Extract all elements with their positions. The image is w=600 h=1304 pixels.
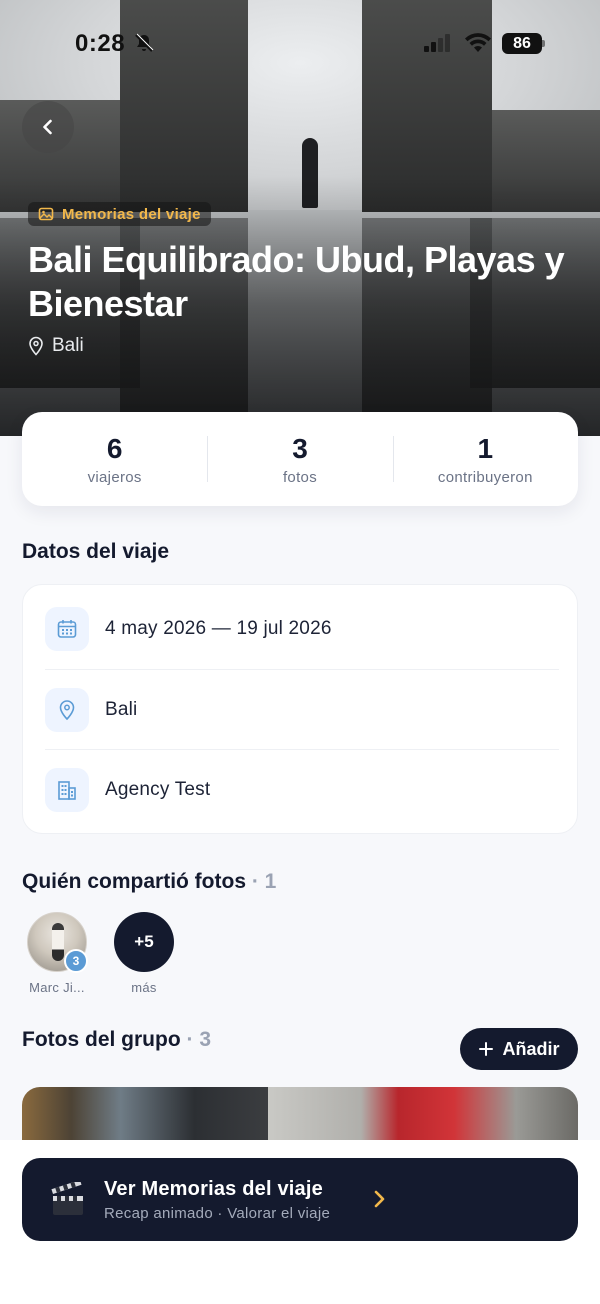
contributors-count: · 1: [251, 870, 277, 893]
trip-agency-row: Agency Test: [45, 749, 559, 829]
plus-icon: [479, 1042, 494, 1056]
clapperboard-icon: [51, 1181, 83, 1215]
trip-dates-row: 4 may 2026 — 19 jul 2026: [45, 589, 559, 669]
trip-data-title: Datos del viaje: [22, 540, 170, 563]
contributor-avatar[interactable]: 3 Marc Ji...: [17, 912, 97, 995]
hero-location-label: Bali: [52, 335, 84, 356]
group-photos-title: Fotos del grupo · 3: [22, 1028, 211, 1052]
more-caption: más: [131, 980, 157, 995]
status-time: 0:28: [75, 30, 126, 57]
memories-tag: Memorias del viaje: [28, 202, 211, 226]
view-memories-button[interactable]: Ver Memorias del viaje Recap animado · V…: [22, 1158, 578, 1241]
hero-location: Bali: [28, 335, 84, 357]
battery-icon: 86: [502, 33, 542, 54]
add-photo-button[interactable]: Añadir: [460, 1028, 578, 1070]
group-photos-count: · 3: [186, 1028, 212, 1051]
avatar: 3: [27, 912, 88, 973]
status-bar: 0:28 86: [0, 30, 600, 60]
more-contributors[interactable]: +5 más: [104, 912, 184, 995]
memories-tag-label: Memorias del viaje: [62, 205, 201, 223]
chevron-right-icon: [374, 1190, 385, 1208]
wifi-icon: [464, 32, 492, 59]
back-button[interactable]: [22, 101, 74, 153]
location-pin-icon: [45, 687, 89, 732]
stat-value: 6: [106, 432, 123, 464]
stat-label: contribuyeron: [437, 468, 533, 486]
contributors-title-label: Quién compartió fotos: [22, 870, 247, 893]
location-pin-icon: [29, 336, 43, 356]
memories-text: Ver Memorias del viaje Recap animado · V…: [104, 1178, 330, 1222]
contributors-title: Quién compartió fotos · 1: [22, 870, 276, 894]
bell-slash-icon: [134, 33, 154, 58]
calendar-icon: [45, 607, 89, 651]
stat-label: viajeros: [87, 468, 142, 486]
trip-dates: 4 may 2026 — 19 jul 2026: [105, 618, 332, 639]
contributor-name: Marc Ji...: [29, 980, 85, 995]
stat-value: 1: [477, 432, 494, 464]
chevron-left-icon: [43, 119, 52, 135]
photo-thumbnail[interactable]: [22, 1087, 268, 1147]
trip-agency: Agency Test: [105, 778, 211, 800]
memories-title: Ver Memorias del viaje: [104, 1177, 323, 1200]
building-icon: [45, 767, 89, 812]
stat-travelers: 6 viajeros: [22, 412, 207, 506]
image-icon: [38, 207, 54, 221]
trip-title: Bali Equilibrado: Ubud, Playas y Bienest…: [28, 239, 565, 324]
memories-subtitle: Recap animado · Valorar el viaje: [104, 1204, 331, 1222]
avatar-figure: [52, 923, 64, 961]
stat-value: 3: [292, 432, 308, 464]
trip-destination: Bali: [105, 698, 138, 720]
add-photo-label: Añadir: [502, 1038, 560, 1059]
group-photos-title-label: Fotos del grupo: [22, 1028, 181, 1051]
trip-data-card: 4 may 2026 — 19 jul 2026 Bali Agency Tes…: [22, 584, 578, 834]
stat-label: fotos: [282, 468, 317, 486]
photo-thumbnail[interactable]: [268, 1087, 578, 1147]
group-photos-grid: [22, 1087, 578, 1147]
stats-card: 6 viajeros 3 fotos 1 contribuyeron: [22, 412, 578, 506]
cellular-signal-icon: [424, 34, 452, 57]
stat-photos: 3 fotos: [207, 412, 392, 506]
trip-destination-row: Bali: [45, 669, 559, 749]
more-avatar: +5: [114, 912, 174, 972]
battery-cap: [542, 40, 545, 47]
photo-count-badge: 3: [64, 949, 88, 973]
stat-contributors: 1 contribuyeron: [392, 412, 578, 506]
